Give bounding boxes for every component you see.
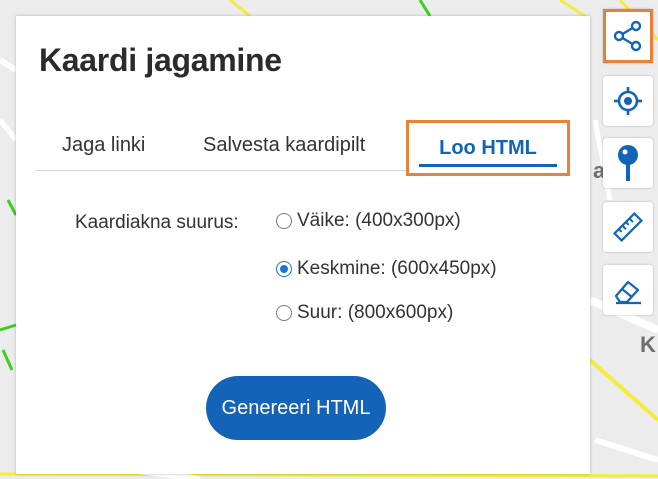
size-option-small[interactable]: Väike: (400x300px)	[276, 210, 461, 232]
map-window-size-label: Kaardiakna suurus:	[75, 212, 239, 233]
eraser-icon	[614, 280, 641, 305]
measure-button[interactable]	[603, 202, 653, 252]
size-option-medium-label: Keskmine: (600x450px)	[297, 258, 497, 279]
size-option-medium[interactable]: Keskmine: (600x450px)	[276, 258, 497, 280]
tab-create-html[interactable]: Loo HTML	[406, 120, 570, 176]
size-option-large[interactable]: Suur: (800x600px)	[276, 302, 453, 324]
eraser-button[interactable]	[603, 265, 653, 315]
tab-save-map-image[interactable]: Salvesta kaardipilt	[203, 134, 365, 157]
tab-share-link[interactable]: Jaga linki	[62, 134, 145, 157]
tab-bar: Jaga linki Salvesta kaardipilt Loo HTML	[36, 120, 570, 176]
tab-create-html-label: Loo HTML	[439, 136, 537, 159]
radio-medium[interactable]	[276, 261, 292, 277]
dialog-title: Kaardi jagamine	[39, 42, 282, 78]
locate-icon	[614, 87, 642, 115]
radio-large[interactable]	[276, 305, 292, 321]
size-option-large-label: Suur: (800x600px)	[297, 302, 454, 323]
share-map-dialog: Kaardi jagamine Jaga linki Salvesta kaar…	[16, 16, 590, 474]
locate-button[interactable]	[603, 76, 653, 126]
ruler-icon	[613, 212, 643, 242]
generate-html-button[interactable]: Genereeri HTML	[206, 376, 386, 440]
share-button[interactable]	[603, 9, 653, 63]
size-option-small-label: Väike: (400x300px)	[297, 210, 461, 231]
radio-small[interactable]	[276, 213, 292, 229]
pin-icon	[618, 145, 638, 181]
active-tab-indicator	[419, 164, 557, 167]
map-label: K	[640, 332, 656, 357]
share-icon	[613, 20, 642, 52]
pin-button[interactable]	[603, 138, 653, 188]
